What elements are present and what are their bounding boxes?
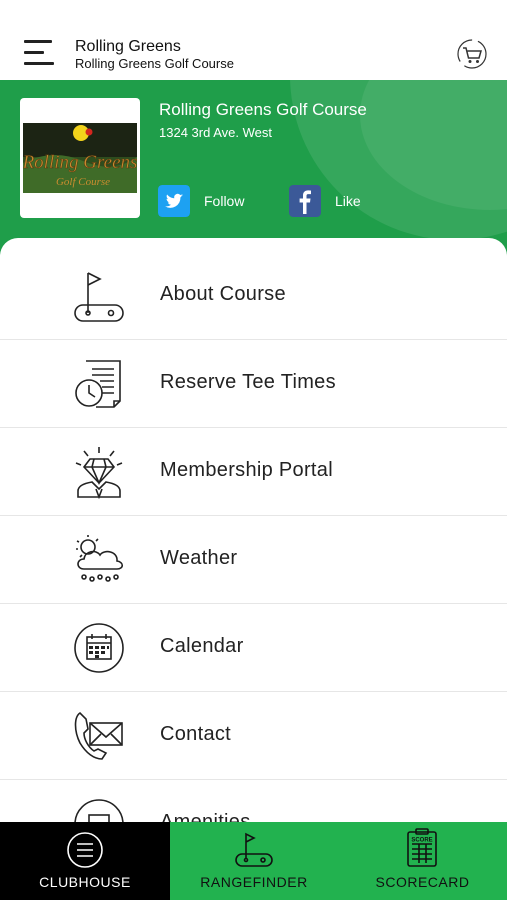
- rangefinder-icon: [235, 832, 273, 867]
- facebook-label: Like: [335, 193, 361, 209]
- svg-text:Golf Course: Golf Course: [56, 176, 110, 188]
- twitter-icon: [158, 185, 190, 217]
- menu-label: Calendar: [160, 635, 244, 657]
- menu-item-membership-portal[interactable]: Membership Portal: [0, 427, 507, 516]
- course-name: Rolling Greens Golf Course: [159, 100, 367, 119]
- tee-times-clock-icon: [75, 360, 121, 408]
- tab-label: RANGEFINDER: [200, 874, 308, 890]
- menu-item-weather[interactable]: Weather: [0, 515, 507, 604]
- tab-scorecard[interactable]: SCORE SCORECARD: [338, 822, 507, 900]
- member-diamond-icon: [75, 447, 123, 499]
- menu-label: Weather: [160, 547, 238, 569]
- menu-item-amenities[interactable]: Amenities: [0, 779, 507, 822]
- menu-label: Reserve Tee Times: [160, 371, 336, 393]
- svg-text:SCORE: SCORE: [411, 838, 432, 844]
- twitter-follow-button[interactable]: Follow: [158, 185, 244, 217]
- app-subtitle: Rolling Greens Golf Course: [75, 56, 234, 71]
- tab-rangefinder[interactable]: RANGEFINDER: [170, 822, 338, 900]
- amenities-icon: [74, 799, 124, 822]
- menu-label: About Course: [160, 283, 286, 305]
- course-logo-image: Rolling Greens Golf Course: [23, 123, 137, 193]
- menu-icon[interactable]: [24, 38, 56, 68]
- clubhouse-icon: [67, 832, 103, 868]
- menu-item-about-course[interactable]: About Course: [0, 251, 507, 340]
- tab-label: CLUBHOUSE: [39, 874, 131, 890]
- menu-item-contact[interactable]: Contact: [0, 691, 507, 780]
- twitter-label: Follow: [204, 193, 245, 209]
- top-bar: Rolling Greens Rolling Greens Golf Cours…: [0, 0, 507, 80]
- facebook-like-button[interactable]: Like: [289, 185, 361, 217]
- menu-label: Amenities: [160, 811, 251, 822]
- menu-label: Contact: [160, 723, 232, 745]
- menu-item-calendar[interactable]: Calendar: [0, 603, 507, 692]
- cart-icon[interactable]: [455, 37, 489, 71]
- menu-label: Membership Portal: [160, 459, 333, 481]
- course-address: 1324 3rd Ave. West: [159, 125, 272, 140]
- bottom-tab-bar: CLUBHOUSE RANGEFINDER SCORE SCORECARD: [0, 822, 507, 900]
- facebook-icon: [289, 185, 321, 217]
- golf-flag-icon: [74, 272, 124, 322]
- phone-mail-icon: [74, 711, 123, 760]
- app-title: Rolling Greens: [75, 38, 181, 55]
- tab-label: SCORECARD: [375, 874, 470, 890]
- tab-clubhouse[interactable]: CLUBHOUSE: [0, 822, 170, 900]
- svg-text:Rolling Greens: Rolling Greens: [23, 152, 137, 173]
- calendar-icon: [74, 623, 124, 673]
- menu-item-reserve-tee-times[interactable]: Reserve Tee Times: [0, 339, 507, 428]
- course-logo: Rolling Greens Golf Course: [20, 98, 140, 218]
- weather-cloud-icon: [76, 535, 124, 582]
- header-titles: Rolling Greens Rolling Greens Golf Cours…: [75, 38, 234, 72]
- scorecard-icon: SCORE: [407, 828, 437, 867]
- menu-list: About Course Reserve Tee Times Membershi: [0, 238, 507, 822]
